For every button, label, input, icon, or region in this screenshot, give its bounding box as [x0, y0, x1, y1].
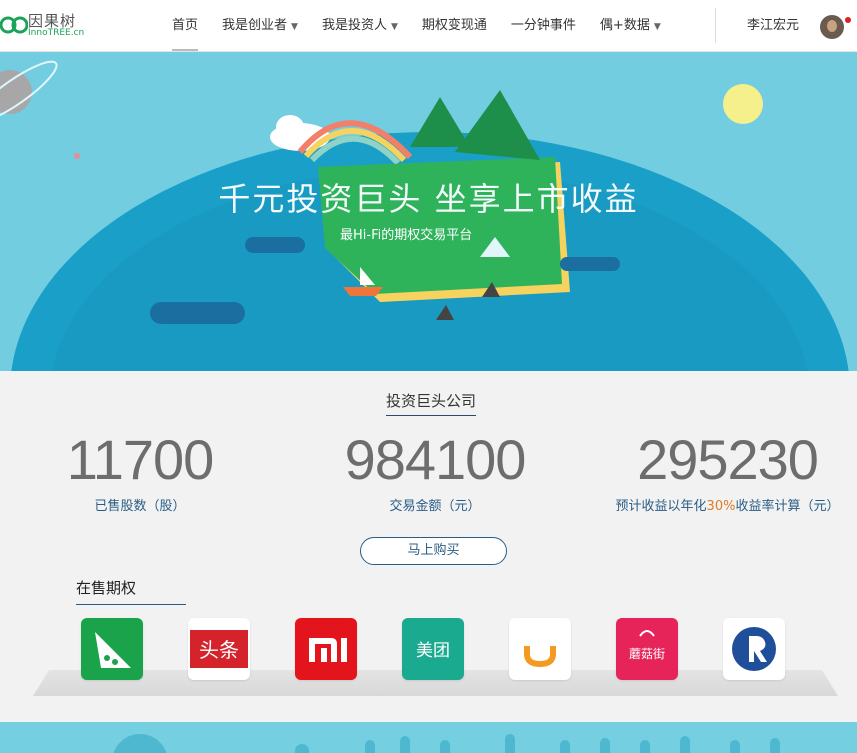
notification-dot [845, 17, 851, 23]
meituan-icon[interactable]: 美团 [402, 618, 464, 680]
mogujie-icon[interactable]: 蘑菇街 [616, 618, 678, 680]
stat-label: 预计收益以年化30%收益率计算（元） [615, 499, 840, 514]
hero-title: 千元投资巨头 坐享上市收益 [218, 180, 639, 218]
svg-text:蘑菇街: 蘑菇街 [629, 647, 665, 661]
nav-divider [715, 8, 716, 43]
r-logo-icon[interactable] [723, 618, 785, 680]
main-menu: 首页 我是创业者 ▼ 我是投资人 ▼ 期权变现通 一分钟事件 偶+数据 ▼ [160, 0, 673, 51]
buy-now-button[interactable]: 马上购买 [360, 537, 507, 565]
avatar[interactable] [820, 15, 844, 39]
stat-expected-return: 295230 预计收益以年化30%收益率计算（元） [600, 425, 855, 514]
rate-highlight: 30% [706, 499, 736, 514]
bottom-banner [0, 722, 857, 753]
stat-trade-amount: 984100 交易金额（元） [320, 425, 550, 514]
nav-one-minute-events[interactable]: 一分钟事件 [499, 0, 588, 51]
stat-label: 已售股数（股） [94, 499, 186, 514]
nav-option-cashout[interactable]: 期权变现通 [410, 0, 499, 51]
chevron-down-icon: ▼ [291, 22, 298, 32]
stat-value: 295230 [637, 428, 819, 491]
user-name[interactable]: 李江宏元 [747, 0, 799, 51]
nav-data[interactable]: 偶+数据 ▼ [588, 0, 673, 51]
toutiao-icon[interactable]: 头条 [188, 618, 250, 680]
stat-label: 交易金额（元） [389, 499, 481, 514]
top-nav: 因果树 InnoTREE.cn 首页 我是创业者 ▼ 我是投资人 ▼ 期权变现通 一… [0, 0, 857, 52]
chevron-down-icon: ▼ [653, 22, 661, 32]
didi-icon[interactable] [509, 618, 571, 680]
chevron-down-icon: ▼ [390, 22, 398, 32]
xiaomi-icon[interactable] [295, 618, 357, 680]
stat-value: 11700 [66, 428, 215, 491]
wandoujia-icon[interactable] [81, 618, 143, 680]
logo-subtext: InnoTREE.cn [28, 28, 85, 38]
section-title: 投资巨头公司 [386, 390, 477, 416]
stat-value: 984100 [344, 428, 527, 491]
stat-shares-sold: 11700 已售股数（股） [40, 425, 240, 514]
svg-text:头条: 头条 [199, 638, 239, 662]
nav-home[interactable]: 首页 [160, 0, 210, 51]
nav-investor[interactable]: 我是投资人 ▼ [310, 0, 410, 51]
nav-founder[interactable]: 我是创业者 ▼ [210, 0, 310, 51]
innotree-logo[interactable]: 因果树 InnoTREE.cn [0, 9, 90, 43]
svg-text:美团: 美团 [416, 641, 450, 661]
logo-icon [0, 16, 28, 34]
hero-subtitle: 最Hi-Fi的期权交易平台 [340, 228, 473, 243]
on-sale-title: 在售期权 [76, 577, 186, 605]
hero-banner: 千元投资巨头 坐享上市收益 最Hi-Fi的期权交易平台 [0, 52, 857, 371]
